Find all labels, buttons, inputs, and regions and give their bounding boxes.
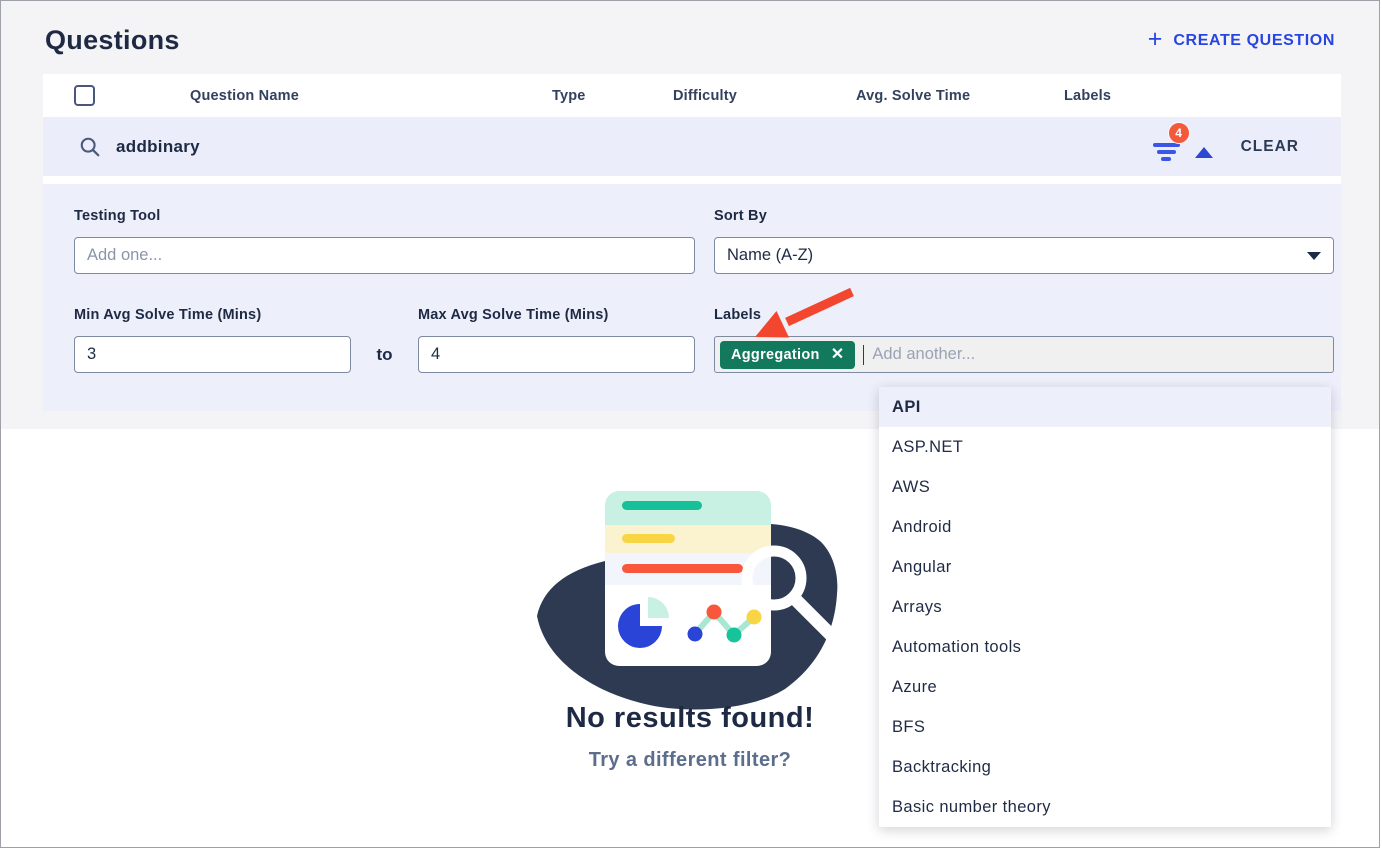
column-header: Labels xyxy=(1064,88,1111,104)
empty-state-title: No results found! xyxy=(566,702,815,735)
dropdown-item[interactable]: BFS xyxy=(879,707,1331,747)
plus-icon: + xyxy=(1148,27,1163,52)
collapse-triangle-icon xyxy=(1195,147,1213,158)
questions-table: Question Name Type Difficulty Avg. Solve Ti… xyxy=(43,74,1341,411)
testing-tool-label: Testing Tool xyxy=(74,208,695,224)
dropdown-item[interactable]: AWS xyxy=(879,467,1331,507)
dropdown-item[interactable]: Android xyxy=(879,507,1331,547)
testing-tool-input[interactable] xyxy=(74,237,695,274)
dropdown-item[interactable]: Basic number theory xyxy=(879,787,1331,827)
column-header: Question Name xyxy=(190,88,299,104)
sort-by-value: Name (A-Z) xyxy=(727,246,813,265)
filter-toggle-button[interactable]: 4 xyxy=(1153,133,1213,161)
dropdown-item[interactable]: Automation tools xyxy=(879,627,1331,667)
chevron-down-icon xyxy=(1307,252,1321,260)
labels-input[interactable] xyxy=(872,345,1323,364)
dropdown-item[interactable]: Arrays xyxy=(879,587,1331,627)
dropdown-item[interactable]: Azure xyxy=(879,667,1331,707)
empty-state-subtitle: Try a different filter? xyxy=(589,749,792,772)
max-time-input[interactable] xyxy=(418,336,695,373)
labels-dropdown: APIASP.NETAWSAndroidAngularArraysAutomat… xyxy=(879,387,1331,827)
no-results-illustration xyxy=(535,479,845,714)
text-cursor xyxy=(863,345,864,365)
min-time-input[interactable] xyxy=(74,336,351,373)
chip-text: Aggregation xyxy=(731,347,820,363)
filter-panel: Testing Tool Sort By Name (A-Z) xyxy=(43,184,1341,411)
page-header: Questions + CREATE QUESTION xyxy=(1,1,1379,74)
search-input[interactable]: addbinary xyxy=(116,137,200,157)
dropdown-item[interactable]: Angular xyxy=(879,547,1331,587)
column-header: Type xyxy=(552,88,586,104)
min-time-label: Min Avg Solve Time (Mins) xyxy=(74,307,418,323)
create-question-label: CREATE QUESTION xyxy=(1173,32,1335,50)
dropdown-item[interactable]: ASP.NET xyxy=(879,427,1331,467)
app-window: Questions + CREATE QUESTION Question Nam… xyxy=(0,0,1380,848)
range-separator: to xyxy=(351,345,418,365)
sort-by-select[interactable]: Name (A-Z) xyxy=(714,237,1334,274)
column-header: Difficulty xyxy=(673,88,737,104)
divider xyxy=(43,176,1341,184)
search-icon xyxy=(79,136,101,158)
table-header-row: Question Name Type Difficulty Avg. Solve Ti… xyxy=(43,74,1341,117)
max-time-label: Max Avg Solve Time (Mins) xyxy=(418,307,609,323)
remove-chip-icon[interactable]: ✕ xyxy=(831,347,845,363)
column-header: Avg. Solve Time xyxy=(856,88,970,104)
sort-by-label: Sort By xyxy=(714,208,1334,224)
create-question-button[interactable]: + CREATE QUESTION xyxy=(1148,29,1335,52)
select-all-checkbox[interactable] xyxy=(74,85,95,106)
annotation-arrow-icon xyxy=(749,285,861,345)
clear-button[interactable]: CLEAR xyxy=(1241,138,1299,156)
page-title: Questions xyxy=(45,25,180,56)
search-filter-row: addbinary 4 CLEAR xyxy=(43,117,1341,176)
filter-count-badge: 4 xyxy=(1168,122,1190,144)
dropdown-item[interactable]: API xyxy=(879,387,1331,427)
top-section: Questions + CREATE QUESTION Question Nam… xyxy=(1,1,1379,429)
dropdown-item[interactable]: Backtracking xyxy=(879,747,1331,787)
